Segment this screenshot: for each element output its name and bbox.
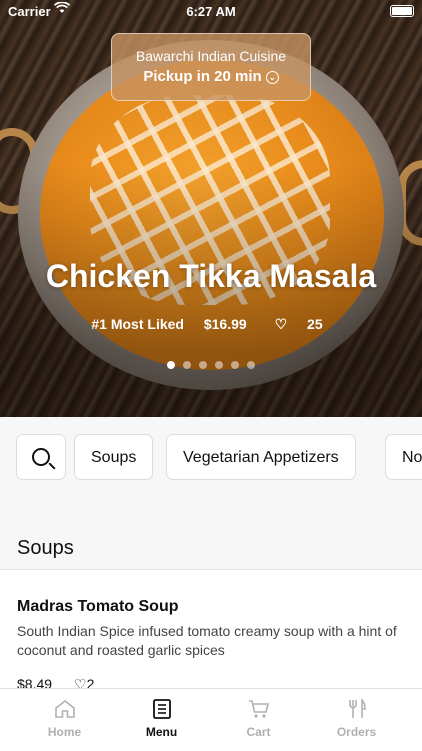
tab-orders[interactable]: Orders	[304, 689, 409, 751]
carousel-dot[interactable]	[247, 361, 255, 369]
bottom-tab-bar: Home Menu Cart Orders	[0, 688, 422, 751]
chevron-down-icon: ⌄	[265, 71, 279, 84]
carousel-dots[interactable]	[0, 356, 422, 374]
carousel-dot[interactable]	[167, 361, 175, 369]
category-bar: Soups Vegetarian Appetizers No	[0, 417, 422, 505]
search-button[interactable]	[16, 434, 66, 480]
menu-item-description: South Indian Spice infused tomato creamy…	[17, 623, 397, 658]
tab-cart[interactable]: Cart	[206, 689, 311, 751]
cart-icon	[248, 700, 269, 718]
carousel-dot[interactable]	[199, 361, 207, 369]
category-chip-soups[interactable]: Soups	[74, 434, 154, 480]
featured-dish-title: Chicken Tikka Masala	[45, 258, 377, 294]
menu-item-name: Madras Tomato Soup	[17, 598, 179, 615]
featured-dish-meta: #1 Most Liked $16.99 ♡ 25	[0, 316, 422, 333]
category-chip-vegetarian-appetizers[interactable]: Vegetarian Appetizers	[166, 434, 356, 480]
clock: 6:27 AM	[186, 4, 236, 19]
status-bar: Carrier 6:27 AM	[0, 0, 422, 22]
battery-icon	[390, 5, 414, 17]
tab-label: Cart	[246, 725, 271, 739]
carousel-dot[interactable]	[215, 361, 223, 369]
section-title: Soups	[17, 537, 74, 559]
restaurant-pickup-card[interactable]: Bawarchi Indian Cuisine Pickup in 20 min…	[111, 33, 311, 101]
restaurant-name: Bawarchi Indian Cuisine	[135, 48, 287, 64]
pickup-time[interactable]: Pickup in 20 min ⌄	[112, 68, 310, 85]
tab-label: Home	[47, 725, 82, 739]
heart-icon: ♡	[274, 316, 288, 332]
tab-label: Menu	[145, 725, 178, 739]
tab-home[interactable]: Home	[12, 689, 117, 751]
featured-price: $16.99	[203, 316, 247, 332]
search-icon	[32, 448, 50, 466]
featured-likes: ♡ 25	[274, 316, 323, 332]
carousel-dot[interactable]	[231, 361, 239, 369]
featured-rank: #1 Most Liked	[91, 316, 184, 332]
utensils-icon	[348, 699, 366, 718]
menu-icon	[152, 699, 171, 719]
tab-menu[interactable]: Menu	[109, 689, 214, 751]
carousel-dot[interactable]	[183, 361, 191, 369]
home-icon	[54, 699, 75, 718]
category-chip-next[interactable]: No	[385, 434, 422, 480]
tab-label: Orders	[336, 725, 377, 739]
